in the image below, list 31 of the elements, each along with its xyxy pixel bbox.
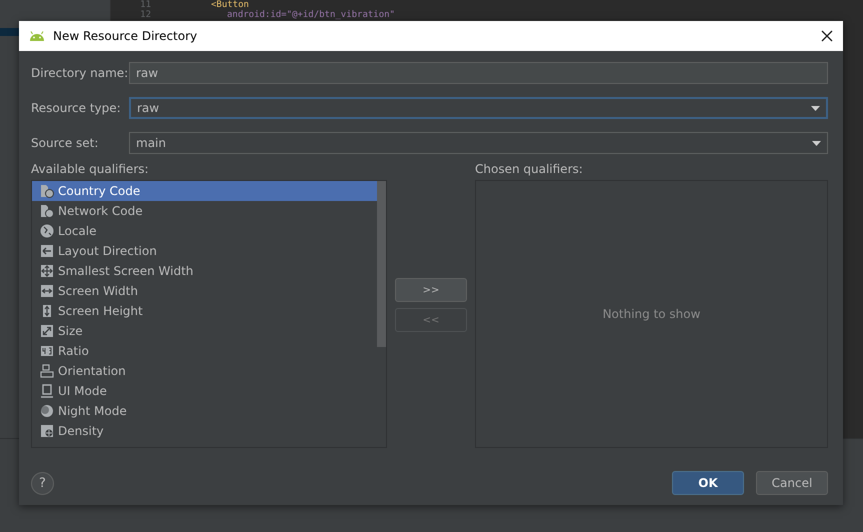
qualifier-item[interactable]: Layout Direction <box>32 241 377 261</box>
dropdown[interactable]: main <box>129 132 828 154</box>
qualifier-item[interactable]: Night Mode <box>32 401 377 421</box>
field-label: Source set: <box>31 136 100 150</box>
line-number: 12 <box>139 10 152 20</box>
ok-button[interactable]: OK <box>672 471 744 495</box>
qualifier-item[interactable]: Ratio <box>32 341 377 361</box>
qualifier-item[interactable]: Orientation <box>32 361 377 381</box>
help-button[interactable]: ? <box>31 472 54 494</box>
line-number: 11 <box>139 0 152 10</box>
section-label: Available qualifiers: <box>31 162 150 178</box>
qualifier-item[interactable]: Screen Height <box>32 301 377 321</box>
add-button[interactable]: >> <box>395 278 467 302</box>
qualifier-item[interactable]: Screen Width <box>32 281 377 301</box>
field-label: Directory name: <box>31 66 129 80</box>
qualifier-item[interactable]: Network Code <box>32 201 377 221</box>
field-label: Resource type: <box>31 101 122 115</box>
cancel-button[interactable]: Cancel <box>756 471 828 495</box>
section-label: Chosen qualifiers: <box>475 162 584 178</box>
qualifier-item[interactable]: Size <box>32 321 377 341</box>
code-text: <Button <box>210 0 249 10</box>
qualifier-item[interactable]: Country Code <box>32 181 377 201</box>
qualifier-item[interactable]: Density <box>32 421 377 441</box>
code-text: android:id="@+id/btn_vibration" <box>226 10 395 20</box>
qualifier-item[interactable]: Locale <box>32 221 377 241</box>
qualifier-item[interactable]: Smallest Screen Width <box>32 261 377 281</box>
window-title: New Resource Directory <box>53 29 198 43</box>
input-field[interactable]: raw <box>129 62 828 84</box>
qualifier-item[interactable]: UI Mode <box>32 381 377 401</box>
empty-message: Nothing to show <box>602 307 700 321</box>
dropdown[interactable]: raw <box>129 97 828 119</box>
